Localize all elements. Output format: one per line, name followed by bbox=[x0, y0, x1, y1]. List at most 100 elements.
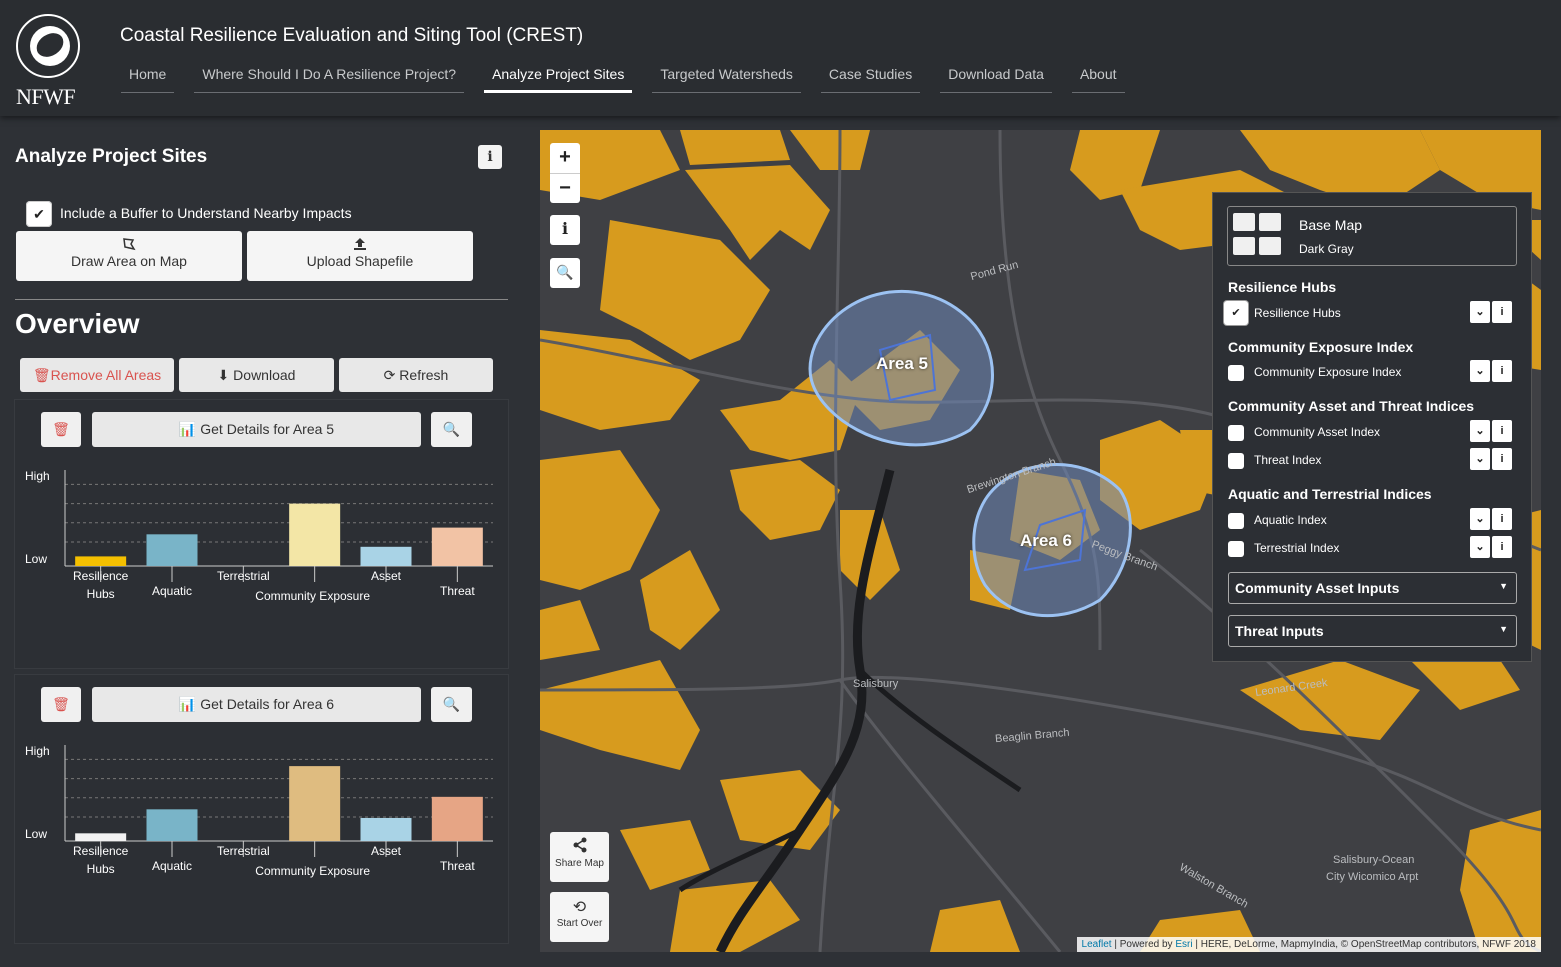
remove-all-areas-button[interactable]: 🗑Remove All Areas bbox=[20, 358, 174, 392]
chevron-down-icon: ⌄ bbox=[1475, 306, 1485, 318]
community-asset-inputs-dropdown[interactable]: Community Asset Inputs ▼ bbox=[1228, 572, 1517, 604]
refresh-label: Refresh bbox=[399, 367, 449, 383]
zoom-to-area-button[interactable]: 🔍 bbox=[431, 687, 472, 722]
layer-info-button[interactable]: i bbox=[1492, 360, 1512, 382]
basemap-thumbnail-icon bbox=[1259, 237, 1281, 255]
zoom-icon: 🔍 bbox=[442, 696, 461, 712]
zoom-control: + − bbox=[550, 143, 580, 203]
delete-area-button[interactable]: 🗑 bbox=[41, 412, 81, 447]
layer-info-button[interactable]: i bbox=[1492, 448, 1512, 470]
start-over-button[interactable]: ⟲ Start Over bbox=[550, 892, 609, 942]
bar-asset[interactable] bbox=[360, 546, 412, 566]
delete-area-button[interactable]: 🗑 bbox=[41, 687, 81, 722]
x-tick-label: Hubs bbox=[87, 587, 115, 601]
upload-shapefile-button[interactable]: Upload Shapefile bbox=[247, 231, 473, 281]
bird-icon bbox=[33, 30, 67, 60]
get-details-button[interactable]: 📊 Get Details for Area 6 bbox=[92, 687, 421, 722]
nav-download-data[interactable]: Download Data bbox=[940, 60, 1052, 93]
map-search-button[interactable]: 🔍 bbox=[550, 258, 580, 288]
bar-community-exposure[interactable] bbox=[289, 766, 341, 841]
layer-info-button[interactable]: i bbox=[1492, 301, 1512, 323]
area-card: 🗑 📊 Get Details for Area 6 🔍 High Low Resi… bbox=[15, 675, 508, 943]
layer-expand-button[interactable]: ⌄ bbox=[1470, 508, 1490, 530]
layer-checkbox-hubs[interactable]: ✔ bbox=[1224, 301, 1248, 325]
bar-resilience-hubs[interactable] bbox=[75, 556, 127, 566]
bar-aquatic[interactable] bbox=[146, 809, 198, 841]
layer-checkbox-asset[interactable] bbox=[1228, 425, 1244, 441]
download-icon: ⬇ bbox=[217, 367, 234, 383]
refresh-button[interactable]: ⟳ Refresh bbox=[339, 358, 493, 392]
x-tick-label: Hubs bbox=[87, 862, 115, 876]
dropdown-label: Community Asset Inputs bbox=[1235, 580, 1400, 596]
layer-expand-button[interactable]: ⌄ bbox=[1470, 360, 1490, 382]
layer-expand-button[interactable]: ⌄ bbox=[1470, 420, 1490, 442]
area-6-label[interactable]: Area 6 bbox=[1020, 531, 1072, 551]
zoom-out-button[interactable]: − bbox=[550, 173, 580, 203]
layer-expand-button[interactable]: ⌄ bbox=[1470, 448, 1490, 470]
bar-resilience-hubs[interactable] bbox=[75, 833, 127, 841]
layer-controls: ⌄ i bbox=[1470, 508, 1514, 530]
nav-about[interactable]: About bbox=[1071, 60, 1125, 93]
draw-polygon-icon bbox=[16, 231, 242, 253]
info-icon: i bbox=[1500, 365, 1504, 377]
layer-checkbox-aquatic[interactable] bbox=[1228, 513, 1244, 529]
share-map-button[interactable]: Share Map bbox=[550, 832, 609, 882]
basemap-title: Base Map bbox=[1299, 217, 1363, 233]
info-icon: i bbox=[1500, 425, 1504, 437]
overview-title: Overview bbox=[15, 308, 140, 339]
download-label: Download bbox=[233, 367, 296, 383]
logo-emblem bbox=[30, 26, 70, 66]
nav-home[interactable]: Home bbox=[121, 60, 175, 93]
layer-expand-button[interactable]: ⌄ bbox=[1470, 301, 1490, 323]
area-5-label[interactable]: Area 5 bbox=[876, 354, 928, 374]
info-icon: i bbox=[1500, 453, 1504, 465]
layer-label-aquatic: Aquatic Index bbox=[1254, 513, 1327, 527]
bar-threat[interactable] bbox=[431, 527, 483, 566]
layer-checkbox-terrestrial[interactable] bbox=[1228, 541, 1244, 557]
threat-inputs-dropdown[interactable]: Threat Inputs ▼ bbox=[1228, 615, 1517, 647]
buffer-checkbox[interactable]: ✔ bbox=[26, 201, 52, 227]
nav-where-project[interactable]: Where Should I Do A Resilience Project? bbox=[194, 60, 465, 93]
attribution-text: | Powered by bbox=[1111, 939, 1176, 950]
history-icon: ⟲ bbox=[572, 899, 587, 916]
nav-targeted-watersheds[interactable]: Targeted Watersheds bbox=[652, 60, 801, 93]
zoom-in-button[interactable]: + bbox=[550, 143, 580, 173]
zoom-to-area-button[interactable]: 🔍 bbox=[431, 412, 472, 447]
layer-label-exposure: Community Exposure Index bbox=[1254, 365, 1402, 379]
x-tick-label: Terrestrial bbox=[217, 844, 270, 858]
zoom-icon: 🔍 bbox=[442, 421, 461, 437]
x-tick-label: Terrestrial bbox=[217, 569, 270, 583]
basemap-selector[interactable]: Base Map Dark Gray bbox=[1227, 206, 1517, 266]
nfwf-logo[interactable]: NFWF bbox=[14, 14, 82, 109]
bar-threat[interactable] bbox=[431, 796, 483, 841]
layer-checkbox-threat[interactable] bbox=[1228, 453, 1244, 469]
nav-case-studies[interactable]: Case Studies bbox=[820, 60, 921, 93]
draw-area-button[interactable]: Draw Area on Map bbox=[16, 231, 242, 281]
map-info-button[interactable]: i bbox=[550, 215, 580, 245]
panel-info-button[interactable]: i bbox=[478, 145, 502, 169]
layer-controls: ⌄ i bbox=[1470, 420, 1514, 442]
layer-checkbox-exposure[interactable] bbox=[1228, 365, 1244, 381]
basemap-value: Dark Gray bbox=[1299, 242, 1354, 256]
refresh-icon: ⟳ bbox=[383, 367, 400, 383]
trash-icon: 🗑 bbox=[32, 367, 51, 383]
get-details-button[interactable]: 📊 Get Details for Area 5 bbox=[92, 412, 421, 447]
download-button[interactable]: ⬇ Download bbox=[179, 358, 334, 392]
leaflet-link[interactable]: Leaflet bbox=[1082, 939, 1112, 950]
app-title: Coastal Resilience Evaluation and Siting… bbox=[120, 25, 584, 46]
layer-info-button[interactable]: i bbox=[1492, 508, 1512, 530]
chevron-down-icon: ⌄ bbox=[1475, 453, 1485, 465]
bar-community-exposure[interactable] bbox=[289, 503, 341, 566]
app-header: NFWF Coastal Resilience Evaluation and S… bbox=[0, 0, 1561, 116]
layer-label-threat: Threat Index bbox=[1254, 453, 1322, 467]
caret-down-icon: ▼ bbox=[1499, 581, 1508, 591]
esri-link[interactable]: Esri bbox=[1175, 939, 1192, 950]
bar-aquatic[interactable] bbox=[146, 534, 198, 566]
buffer-label: Include a Buffer to Understand Nearby Im… bbox=[60, 205, 352, 221]
dropdown-label: Threat Inputs bbox=[1235, 623, 1324, 639]
layer-info-button[interactable]: i bbox=[1492, 420, 1512, 442]
layer-info-button[interactable]: i bbox=[1492, 536, 1512, 558]
layer-expand-button[interactable]: ⌄ bbox=[1470, 536, 1490, 558]
nav-analyze-sites[interactable]: Analyze Project Sites bbox=[484, 60, 633, 93]
bar-asset[interactable] bbox=[360, 817, 412, 841]
